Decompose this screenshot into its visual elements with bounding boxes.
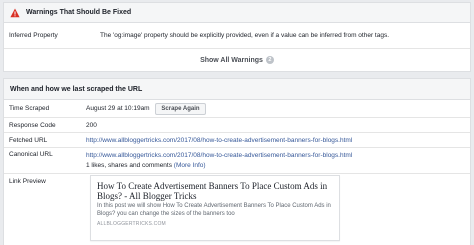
time-scraped-label: Time Scraped (9, 105, 50, 112)
show-all-warnings-label: Show All Warnings (200, 56, 263, 64)
more-info-link[interactable]: (More Info) (174, 162, 206, 169)
link-preview-card[interactable]: How To Create Advertisement Banners To P… (90, 175, 340, 241)
time-scraped-row: Time Scraped August 29 at 10:19am Scrape… (4, 100, 470, 118)
response-code-label: Response Code (9, 121, 56, 129)
canonical-url-row: Canonical URL http://www.allbloggertrick… (4, 148, 470, 174)
link-preview-label: Link Preview (9, 177, 46, 185)
warnings-count-badge: 2 (265, 56, 274, 64)
fetched-url-row: Fetched URL http://www.allbloggertricks.… (4, 133, 470, 148)
warnings-title: Warnings That Should Be Fixed (26, 9, 132, 16)
engagement-count: 1 likes, shares and comments (86, 162, 172, 169)
warnings-panel: Warnings That Should Be Fixed Inferred P… (3, 2, 471, 72)
show-all-warnings-button[interactable]: Show All Warnings 2 (4, 49, 470, 71)
fetched-url-label: Fetched URL (9, 136, 48, 144)
warnings-header: Warnings That Should Be Fixed (4, 3, 470, 23)
scrape-info-panel: When and how we last scraped the URL Tim… (3, 78, 471, 245)
warning-row-label: Inferred Property (9, 32, 58, 39)
warning-row: Inferred Property The 'og:image' propert… (4, 23, 470, 49)
canonical-url-label: Canonical URL (9, 151, 53, 158)
preview-title: How To Create Advertisement Banners To P… (97, 181, 328, 201)
time-scraped-value: August 29 at 10:19am (86, 104, 150, 112)
warning-icon (10, 8, 20, 18)
canonical-url-link[interactable]: http://www.allbloggertricks.com/2017/08/… (86, 151, 470, 161)
scrape-again-button[interactable]: Scrape Again (155, 102, 206, 115)
fetched-url-link[interactable]: http://www.allbloggertricks.com/2017/08/… (86, 137, 470, 144)
scrape-title: When and how we last scraped the URL (10, 85, 143, 93)
preview-description: In this post we will show How To Create … (97, 203, 331, 217)
preview-domain: ALLBLOGGERTRICKS.COM (97, 221, 166, 227)
warning-row-value: The 'og:image' property should be explic… (100, 32, 390, 39)
response-code-row: Response Code 200 (4, 118, 470, 133)
scrape-header: When and how we last scraped the URL (4, 79, 470, 100)
response-code-value: 200 (86, 121, 97, 129)
